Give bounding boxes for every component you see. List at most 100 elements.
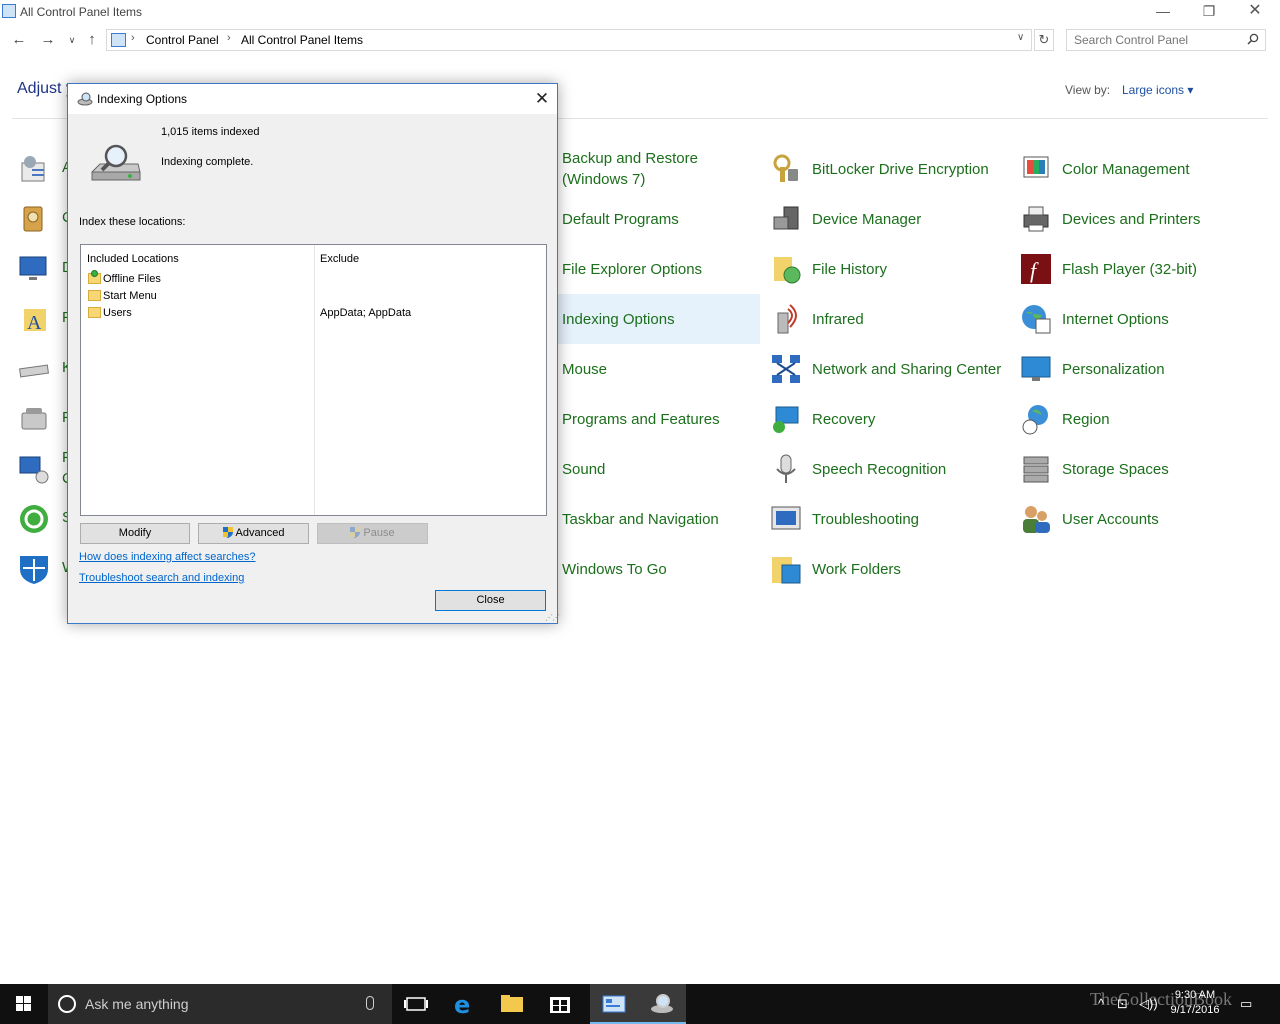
sync-center-icon[interactable] <box>18 503 50 535</box>
item-infrared[interactable]: Infrared <box>762 294 1010 344</box>
item-devices-printers[interactable]: Devices and Printers <box>1012 194 1260 244</box>
locations-table[interactable]: Included Locations Exclude Offline Files… <box>80 244 547 516</box>
dialog-close-icon[interactable]: ✕ <box>530 87 554 111</box>
item-label[interactable]: Sound <box>562 444 757 494</box>
item-bitlocker[interactable]: BitLocker Drive Encryption <box>762 144 1010 194</box>
pause-button[interactable]: Pause <box>317 523 428 544</box>
item-recovery[interactable]: Recovery <box>762 394 1010 444</box>
view-by-dropdown[interactable]: Large icons ▾ <box>1122 83 1193 97</box>
restore-button[interactable]: ❐ <box>1186 0 1232 24</box>
fonts-icon[interactable]: A <box>18 303 50 335</box>
refresh-button[interactable]: ↻ <box>1034 29 1054 51</box>
close-button[interactable]: Close <box>435 590 546 611</box>
taskbar-search[interactable]: Ask me anything <box>48 984 392 1024</box>
item-internet-options[interactable]: Internet Options <box>1012 294 1260 344</box>
forward-button[interactable]: → <box>38 30 58 50</box>
notifications-icon[interactable]: ▭ <box>1240 996 1252 1012</box>
keyboard-icon[interactable] <box>18 353 50 385</box>
personalization-icon <box>1020 353 1052 385</box>
item-label[interactable]: Indexing Options <box>562 294 757 344</box>
item-region[interactable]: Region <box>1012 394 1260 444</box>
network-tray-icon[interactable]: ⊡ <box>1117 996 1128 1012</box>
back-button[interactable]: ← <box>9 30 29 50</box>
item-label[interactable]: Speech Recognition <box>812 444 1007 494</box>
item-label[interactable]: Device Manager <box>812 194 1007 244</box>
item-label[interactable]: Work Folders <box>812 544 1007 594</box>
item-label[interactable]: Region <box>1062 394 1257 444</box>
advanced-button[interactable]: Advanced <box>198 523 309 544</box>
item-work-folders[interactable]: Work Folders <box>762 544 1010 594</box>
item-file-history[interactable]: File History <box>762 244 1010 294</box>
task-view-button[interactable] <box>392 984 440 1024</box>
tray-overflow-icon[interactable]: ^ <box>1098 996 1104 1011</box>
item-label[interactable]: Flash Player (32-bit) <box>1062 244 1257 294</box>
indexing-options-taskbar-button[interactable] <box>638 984 686 1024</box>
item-label[interactable]: Network and Sharing Center <box>812 344 1007 394</box>
item-label[interactable]: BitLocker Drive Encryption <box>812 144 1007 194</box>
user-accounts-icon <box>1020 503 1052 535</box>
item-label[interactable]: Recovery <box>812 394 1007 444</box>
up-button[interactable]: ↑ <box>82 30 102 50</box>
item-label[interactable]: Mouse <box>562 344 757 394</box>
minimize-button[interactable]: — <box>1140 0 1186 24</box>
item-label[interactable]: Programs and Features <box>562 394 757 444</box>
location-row[interactable]: Start Menu <box>81 288 546 305</box>
item-speech-recognition[interactable]: Speech Recognition <box>762 444 1010 494</box>
item-label[interactable]: Personalization <box>1062 344 1257 394</box>
windows-defender-icon[interactable] <box>18 553 50 585</box>
column-header-included[interactable]: Included Locations <box>87 253 179 265</box>
control-panel-taskbar-button[interactable] <box>590 984 638 1024</box>
item-label[interactable]: Taskbar and Navigation <box>562 494 757 544</box>
address-dropdown-icon[interactable]: ∨ <box>1017 32 1024 43</box>
how-indexing-link[interactable]: How does indexing affect searches? <box>79 551 256 563</box>
breadcrumb-control-panel[interactable]: Control Panel <box>146 33 219 47</box>
store-button[interactable] <box>536 984 584 1024</box>
location-row[interactable]: Users AppData; AppData <box>81 305 546 322</box>
modify-button[interactable]: Modify <box>80 523 190 544</box>
address-bar[interactable]: › Control Panel › All Control Panel Item… <box>106 29 1032 51</box>
remoteapp-icon[interactable] <box>18 453 50 485</box>
search-box[interactable] <box>1066 29 1266 51</box>
item-label[interactable]: Default Programs <box>562 194 757 244</box>
file-explorer-button[interactable] <box>488 984 536 1024</box>
search-input[interactable] <box>1067 30 1237 50</box>
item-user-accounts[interactable]: User Accounts <box>1012 494 1260 544</box>
item-label[interactable]: Internet Options <box>1062 294 1257 344</box>
recent-locations-button[interactable]: ∨ <box>62 30 82 50</box>
clock[interactable]: 9:30 AM 9/17/2016 <box>1165 988 1225 1018</box>
start-button[interactable] <box>0 984 48 1024</box>
search-icon[interactable] <box>1247 33 1259 48</box>
item-label[interactable]: Devices and Printers <box>1062 194 1257 244</box>
troubleshoot-link[interactable]: Troubleshoot search and indexing <box>79 572 244 584</box>
item-label[interactable]: Infrared <box>812 294 1007 344</box>
item-device-manager[interactable]: Device Manager <box>762 194 1010 244</box>
resize-grip-icon[interactable]: ⋰⋰ <box>545 613 560 622</box>
item-label[interactable]: Storage Spaces <box>1062 444 1257 494</box>
item-label[interactable]: File Explorer Options <box>562 244 757 294</box>
dialog-titlebar[interactable]: Indexing Options ✕ <box>68 84 557 114</box>
item-personalization[interactable]: Personalization <box>1012 344 1260 394</box>
edge-button[interactable]: e <box>440 984 488 1024</box>
item-label[interactable]: User Accounts <box>1062 494 1257 544</box>
item-network-sharing[interactable]: Network and Sharing Center <box>762 344 1010 394</box>
microphone-icon[interactable] <box>366 996 374 1010</box>
credential-manager-icon[interactable] <box>18 203 50 235</box>
taskbar-search-placeholder[interactable]: Ask me anything <box>85 996 189 1012</box>
column-header-exclude[interactable]: Exclude <box>320 253 359 265</box>
display-icon[interactable] <box>18 253 50 285</box>
item-label[interactable]: Color Management <box>1062 144 1257 194</box>
close-window-button[interactable]: ✕ <box>1232 0 1278 24</box>
item-flash-player[interactable]: f Flash Player (32-bit) <box>1012 244 1260 294</box>
item-label[interactable]: Troubleshooting <box>812 494 1007 544</box>
location-row[interactable]: Offline Files <box>81 270 546 288</box>
phone-modem-icon[interactable] <box>18 403 50 435</box>
item-troubleshooting[interactable]: Troubleshooting <box>762 494 1010 544</box>
item-label[interactable]: Windows To Go <box>562 544 757 594</box>
item-storage-spaces[interactable]: Storage Spaces <box>1012 444 1260 494</box>
item-label[interactable]: Backup and Restore (Windows 7) <box>562 144 757 194</box>
admin-tools-icon[interactable] <box>18 153 50 185</box>
volume-icon[interactable]: ◁)) <box>1139 996 1158 1012</box>
item-label[interactable]: File History <box>812 244 1007 294</box>
breadcrumb-all-items[interactable]: All Control Panel Items <box>241 33 363 47</box>
item-color-management[interactable]: Color Management <box>1012 144 1260 194</box>
